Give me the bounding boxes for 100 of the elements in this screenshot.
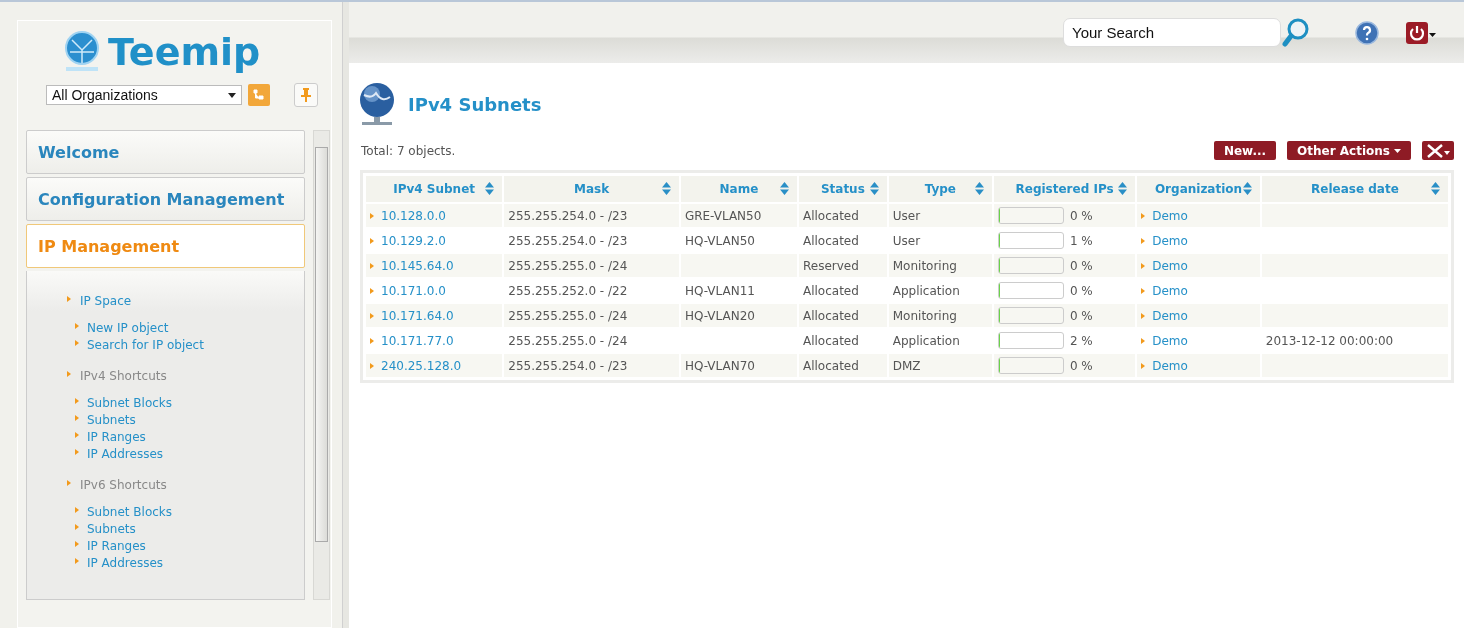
menu-link[interactable]: Subnet Blocks — [87, 504, 173, 521]
table-cell: HQ-VLAN50 — [684, 233, 755, 248]
bullet-icon — [75, 524, 79, 530]
table-cell: 255.255.254.0 - /23 — [508, 208, 628, 223]
usage-bar — [997, 357, 1064, 374]
bullet-icon — [67, 371, 71, 377]
organization-link[interactable]: Demo — [1152, 333, 1188, 348]
sort-icon — [1242, 182, 1252, 195]
table-cell: 0 % — [1069, 258, 1093, 273]
table-cell: GRE-VLAN50 — [684, 208, 762, 223]
bullet-icon — [75, 558, 79, 564]
other-actions-button[interactable]: Other Actions — [1287, 141, 1411, 160]
menu-link[interactable]: IP Ranges — [87, 429, 146, 446]
bullet-icon — [75, 507, 79, 513]
organization-select[interactable]: All Organizations — [46, 85, 242, 105]
hierarchy-icon[interactable] — [248, 84, 270, 106]
table-cell: HQ-VLAN70 — [684, 358, 755, 373]
pin-icon — [301, 88, 311, 102]
sort-icon — [661, 182, 671, 195]
organization-link[interactable]: Demo — [1152, 308, 1188, 323]
help-icon[interactable] — [1355, 20, 1379, 45]
column-header[interactable]: IPv4 Subnet — [366, 176, 503, 202]
organization-link[interactable]: Demo — [1152, 258, 1188, 273]
table-cell: 255.255.254.0 - /23 — [508, 233, 628, 248]
bullet-icon — [1141, 362, 1146, 369]
tools-menu-button[interactable] — [1422, 141, 1454, 160]
table-cell: Allocated — [802, 283, 859, 298]
column-header[interactable]: Mask — [504, 176, 679, 202]
column-header[interactable]: Organization — [1137, 176, 1260, 202]
sort-icon — [779, 182, 789, 195]
page-title: IPv4 Subnets — [408, 93, 542, 115]
column-header[interactable]: Name — [680, 176, 797, 202]
total-count: Total: 7 objects. — [361, 143, 456, 158]
bullet-icon — [370, 337, 374, 344]
bullet-icon — [75, 398, 79, 404]
organization-link[interactable]: Demo — [1152, 233, 1188, 248]
table-cell: User — [892, 208, 921, 223]
table-cell: 255.255.255.0 - /24 — [508, 333, 628, 348]
sort-icon — [974, 182, 984, 195]
bullet-icon — [75, 415, 79, 421]
table-cell: HQ-VLAN11 — [684, 283, 755, 298]
subnet-link[interactable]: 10.171.0.0 — [381, 283, 446, 298]
pin-button[interactable] — [294, 83, 318, 107]
subnet-link[interactable]: 10.171.77.0 — [381, 333, 454, 348]
group-heading: IPv6 Shortcuts — [80, 477, 167, 494]
bullet-icon — [1141, 337, 1146, 344]
table-cell: 255.255.255.0 - /24 — [508, 308, 628, 323]
organization-link[interactable]: Demo — [1152, 208, 1188, 223]
bullet-icon — [1141, 212, 1146, 219]
column-header[interactable]: Release date — [1261, 176, 1448, 202]
menu-link[interactable]: IP Ranges — [87, 538, 146, 555]
column-header[interactable]: Type — [888, 176, 992, 202]
subnet-link[interactable]: 10.129.2.0 — [381, 233, 446, 248]
usage-bar — [997, 207, 1064, 224]
column-header[interactable]: Status — [798, 176, 887, 202]
bullet-icon — [370, 362, 374, 369]
bullet-icon — [75, 449, 79, 455]
bullet-icon — [67, 480, 71, 486]
table-cell: Application — [892, 333, 960, 348]
new-button[interactable]: New... — [1213, 141, 1277, 160]
menu-link[interactable]: Search for IP object — [87, 337, 204, 354]
accordion-header[interactable]: IP Management — [26, 224, 305, 268]
scrollbar[interactable] — [313, 130, 330, 600]
table-cell: DMZ — [892, 358, 921, 373]
menu-link[interactable]: Subnet Blocks — [87, 395, 173, 412]
table-cell: Allocated — [802, 308, 859, 323]
table-cell: Allocated — [802, 233, 859, 248]
table-cell: Allocated — [802, 208, 859, 223]
organization-link[interactable]: Demo — [1152, 358, 1188, 373]
menu-link[interactable]: IP Space — [80, 293, 132, 310]
table-cell: Application — [892, 283, 960, 298]
table-cell: Allocated — [802, 358, 859, 373]
organization-link[interactable]: Demo — [1152, 283, 1188, 298]
column-header[interactable]: Registered IPs — [993, 176, 1136, 202]
menu-link[interactable]: IP Addresses — [87, 555, 163, 572]
bullet-icon — [370, 212, 374, 219]
menu-link[interactable]: Subnets — [87, 521, 136, 538]
usage-bar — [997, 257, 1064, 274]
bullet-icon — [75, 432, 79, 438]
usage-bar — [997, 282, 1064, 299]
accordion-header[interactable]: Welcome — [26, 130, 305, 174]
table-cell: 2 % — [1069, 333, 1093, 348]
menu-link[interactable]: IP Addresses — [87, 446, 163, 463]
usage-bar — [997, 332, 1064, 349]
table-cell: 255.255.255.0 - /24 — [508, 258, 628, 273]
accordion-header[interactable]: Configuration Management — [26, 177, 305, 221]
bullet-icon — [75, 340, 79, 346]
table-cell: Allocated — [802, 333, 859, 348]
menu-link[interactable]: New IP object — [87, 320, 169, 337]
table-cell: User — [892, 233, 921, 248]
bullet-icon — [370, 312, 374, 319]
table-cell: 0 % — [1069, 283, 1093, 298]
search-icon[interactable] — [1281, 16, 1311, 49]
table-cell: 0 % — [1069, 208, 1093, 223]
power-menu-icon[interactable] — [1406, 21, 1436, 44]
menu-link[interactable]: Subnets — [87, 412, 136, 429]
logo-text: Teemip — [108, 30, 261, 74]
usage-bar — [997, 307, 1064, 324]
search-field[interactable]: Your Search — [1063, 18, 1281, 47]
caret-icon — [1394, 148, 1401, 153]
